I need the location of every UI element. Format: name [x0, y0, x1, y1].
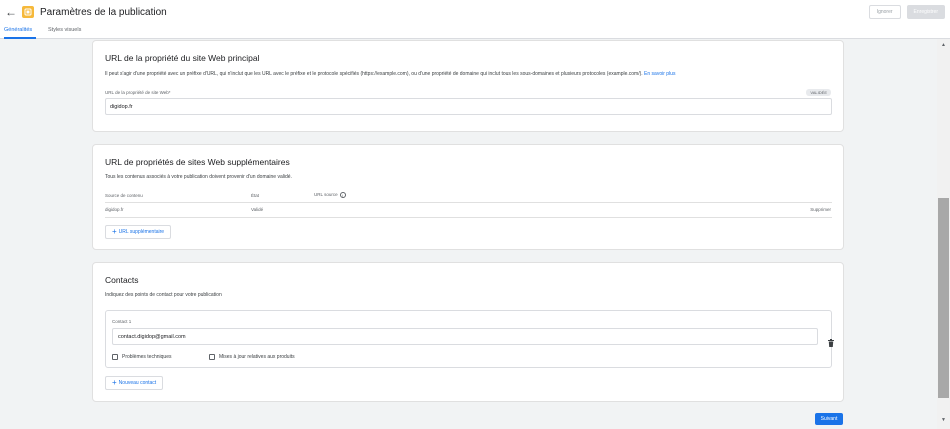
site-url-label: URL de la propriété de site Web*	[105, 90, 171, 95]
scrollbar-thumb[interactable]	[938, 198, 949, 398]
contact-email-input[interactable]: contact.digidop@gmail.com	[112, 328, 818, 345]
product-updates-checkbox[interactable]	[209, 354, 215, 360]
primary-site-description: Il peut s'agir d'une propriété avec un p…	[105, 71, 675, 77]
tab-bar: Généralités Styles visuels	[0, 24, 950, 39]
additional-sites-card: URL de propriétés de sites Web supplémen…	[92, 144, 844, 250]
publication-logo-icon	[22, 6, 34, 18]
table-row-divider	[105, 217, 832, 218]
column-source-url: URL source i	[314, 192, 346, 198]
add-url-label: URL supplémentaire	[118, 229, 165, 235]
next-button[interactable]: Suivant	[815, 413, 843, 425]
save-button[interactable]: Enregistrer	[906, 5, 945, 19]
header-actions: Ignorer Enregistrer	[868, 5, 945, 19]
additional-sites-title: URL de propriétés de sites Web supplémen…	[105, 157, 290, 167]
technical-issues-label: Problèmes techniques	[122, 354, 172, 360]
additional-sites-description: Tous les contenus associés à votre publi…	[105, 174, 292, 180]
contacts-description: Indiquez des points de contact pour votr…	[105, 292, 222, 298]
info-icon[interactable]: i	[339, 192, 346, 198]
row-state: Validé	[251, 207, 264, 212]
cancel-button[interactable]: Ignorer	[868, 5, 901, 19]
primary-site-title: URL de la propriété du site Web principa…	[105, 53, 260, 63]
scroll-down-icon[interactable]: ▼	[940, 417, 947, 423]
plus-icon: +	[112, 227, 117, 236]
trash-icon[interactable]	[828, 334, 834, 352]
top-bar: ← Paramètres de la publication Ignorer E…	[0, 0, 950, 24]
primary-site-card: URL de la propriété du site Web principa…	[92, 40, 844, 132]
contacts-card: Contacts Indiquez des points de contact …	[92, 262, 844, 402]
learn-more-link[interactable]: En savoir plus	[644, 71, 675, 77]
contact-label: Contact 1	[112, 319, 132, 324]
scroll-up-icon[interactable]: ▲	[940, 42, 947, 48]
validated-badge: VALIDÉE	[806, 89, 831, 96]
column-state: État	[251, 193, 260, 198]
plus-icon: +	[112, 378, 117, 387]
tab-general[interactable]: Généralités	[4, 27, 32, 33]
row-source: digidop.fr	[105, 207, 124, 212]
site-url-input[interactable]: digidop.fr	[105, 98, 832, 115]
column-source: Source de contenu	[105, 193, 143, 198]
primary-site-description-text: Il peut s'agir d'une propriété avec un p…	[105, 71, 643, 77]
arrow-left-icon[interactable]: ←	[4, 5, 18, 19]
product-updates-label: Mises à jour relatives aux produits	[219, 354, 295, 360]
column-source-url-label: URL source	[314, 192, 338, 198]
page-title: Paramètres de la publication	[40, 6, 167, 18]
active-tab-indicator	[4, 37, 36, 39]
delete-link[interactable]: Supprimer	[810, 207, 831, 212]
table-header-divider	[105, 202, 832, 203]
add-url-button[interactable]: + URL supplémentaire	[105, 225, 172, 239]
new-contact-button[interactable]: + Nouveau contact	[105, 376, 164, 390]
contacts-title: Contacts	[105, 275, 139, 285]
technical-issues-checkbox[interactable]	[112, 354, 118, 360]
tab-visual-styles[interactable]: Styles visuels	[48, 27, 81, 33]
new-contact-label: Nouveau contact	[118, 380, 157, 386]
contact-box: Contact 1 contact.digidop@gmail.com Prob…	[105, 310, 834, 368]
